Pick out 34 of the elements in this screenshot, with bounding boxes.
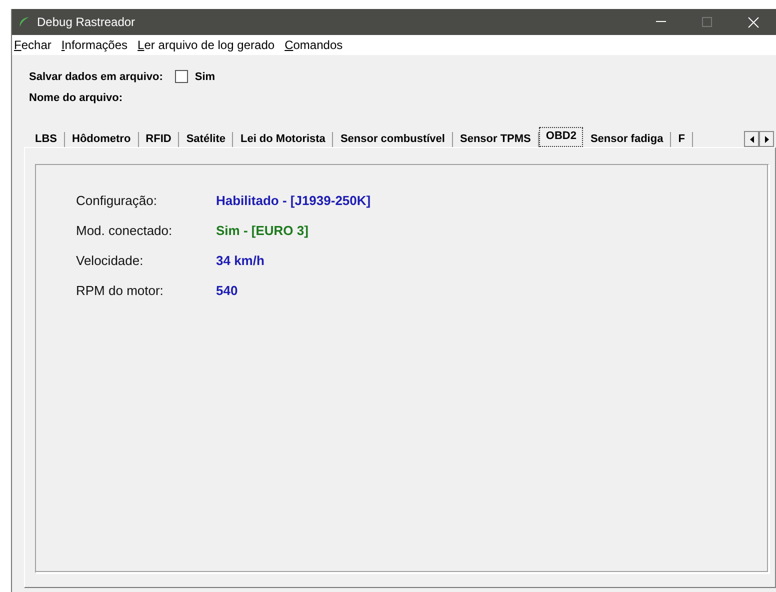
- field-value: 34 km/h: [216, 252, 264, 268]
- tab[interactable]: LBS: [28, 132, 65, 147]
- tab[interactable]: Satélite: [179, 132, 234, 147]
- tab[interactable]: Sensor fadiga: [583, 132, 672, 147]
- maximize-icon: [702, 17, 712, 27]
- minimize-icon: [656, 21, 666, 23]
- scroll-left-button[interactable]: [744, 131, 759, 147]
- app-logo-icon: [18, 16, 30, 28]
- tab[interactable]: OBD2: [538, 127, 584, 147]
- field-label: Mod. conectado:: [76, 222, 172, 238]
- window-title: Debug Rastreador: [37, 15, 136, 29]
- checkbox[interactable]: [174, 70, 188, 83]
- menu-item[interactable]: Comandos: [284, 38, 344, 52]
- field-value: Sim - [EURO 3]: [216, 222, 308, 238]
- field-label: Configuração:: [76, 192, 157, 208]
- field-label: Salvar dados em arquivo:: [29, 70, 163, 82]
- field-value: 540: [216, 282, 238, 298]
- tab[interactable]: Hôdometro: [65, 132, 139, 147]
- tab[interactable]: Sensor combustível: [333, 132, 453, 147]
- tab[interactable]: Lei do Motorista: [233, 132, 334, 147]
- tab[interactable]: RFID: [138, 132, 180, 147]
- checkbox-label[interactable]: Sim: [194, 70, 216, 82]
- close-icon: [748, 16, 758, 28]
- left-triangle-icon: [750, 136, 754, 142]
- right-triangle-icon: [764, 136, 768, 142]
- field-label: Velocidade:: [76, 252, 144, 268]
- menu-item[interactable]: Ler arquivo de log gerado: [136, 38, 276, 52]
- scroll-right-button[interactable]: [759, 131, 774, 147]
- field-value: Habilitado - [J1939-250K]: [216, 192, 371, 208]
- menu-item[interactable]: Informações: [60, 38, 129, 52]
- menu-item[interactable]: Fechar: [13, 38, 52, 52]
- field-label: RPM do motor:: [76, 282, 164, 298]
- field-label: Nome do arquivo:: [29, 92, 123, 104]
- tab[interactable]: F: [671, 132, 693, 147]
